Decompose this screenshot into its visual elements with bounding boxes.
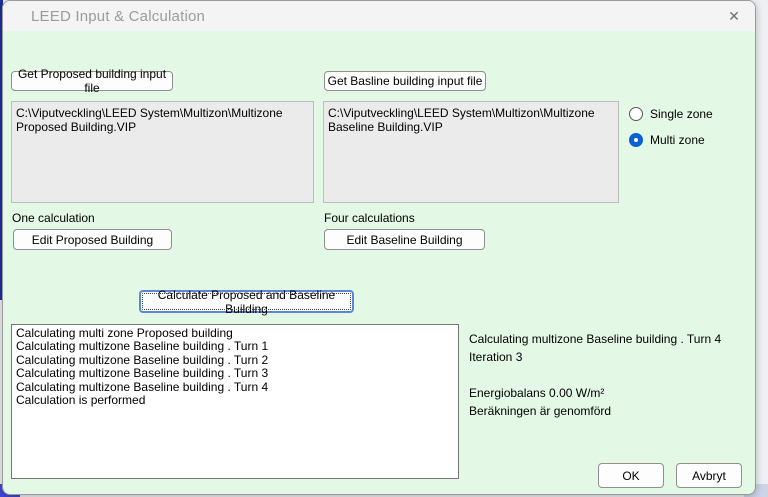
status-panel: Calculating multizone Baseline building …	[469, 330, 754, 420]
titlebar: LEED Input & Calculation ✕	[3, 1, 755, 31]
cancel-button[interactable]: Avbryt	[676, 463, 742, 488]
log-line[interactable]: Calculating multizone Baseline building …	[16, 381, 454, 394]
radio-single-zone[interactable]: Single zone	[629, 107, 713, 121]
status-current-task: Calculating multizone Baseline building …	[469, 330, 754, 348]
close-button[interactable]: ✕	[719, 3, 749, 29]
dialog-title: LEED Input & Calculation	[3, 8, 205, 25]
radio-circle-icon	[629, 133, 643, 147]
edit-proposed-building-button[interactable]: Edit Proposed Building	[13, 229, 172, 250]
radio-multi-zone[interactable]: Multi zone	[629, 133, 705, 147]
edit-baseline-building-button[interactable]: Edit Baseline Building	[324, 229, 485, 250]
get-baseline-input-file-button[interactable]: Get Basline building input file	[324, 71, 486, 91]
log-line[interactable]: Calculating multizone Baseline building …	[16, 340, 454, 353]
radio-circle-icon	[629, 107, 643, 121]
ok-button[interactable]: OK	[598, 463, 664, 488]
status-completion: Beräkningen är genomförd	[469, 402, 754, 420]
proposed-file-path-box[interactable]: C:\Viputveckling\LEED System\Multizon\Mu…	[11, 101, 314, 203]
log-line[interactable]: Calculating multi zone Proposed building	[16, 327, 454, 340]
baseline-calculation-note: Four calculations	[324, 211, 415, 225]
get-proposed-input-file-button[interactable]: Get Proposed building input file	[11, 71, 173, 91]
status-energy-balance: Energiobalans 0.00 W/m²	[469, 384, 754, 402]
log-line[interactable]: Calculation is performed	[16, 394, 454, 407]
status-iteration: Iteration 3	[469, 348, 754, 366]
log-line[interactable]: Calculating multizone Baseline building …	[16, 354, 454, 367]
baseline-file-path-box[interactable]: C:\Viputveckling\LEED System\Multizon\Mu…	[323, 101, 619, 203]
calculation-log-listbox[interactable]: Calculating multi zone Proposed building…	[11, 324, 459, 479]
proposed-calculation-note: One calculation	[12, 211, 95, 225]
calculate-button[interactable]: Calculate Proposed and Baseline Building	[139, 290, 354, 313]
radio-single-zone-label: Single zone	[650, 107, 713, 121]
leed-dialog: LEED Input & Calculation ✕ Get Proposed …	[2, 0, 756, 495]
log-line[interactable]: Calculating multizone Baseline building …	[16, 367, 454, 380]
close-icon: ✕	[728, 8, 740, 25]
radio-multi-zone-label: Multi zone	[650, 133, 705, 147]
